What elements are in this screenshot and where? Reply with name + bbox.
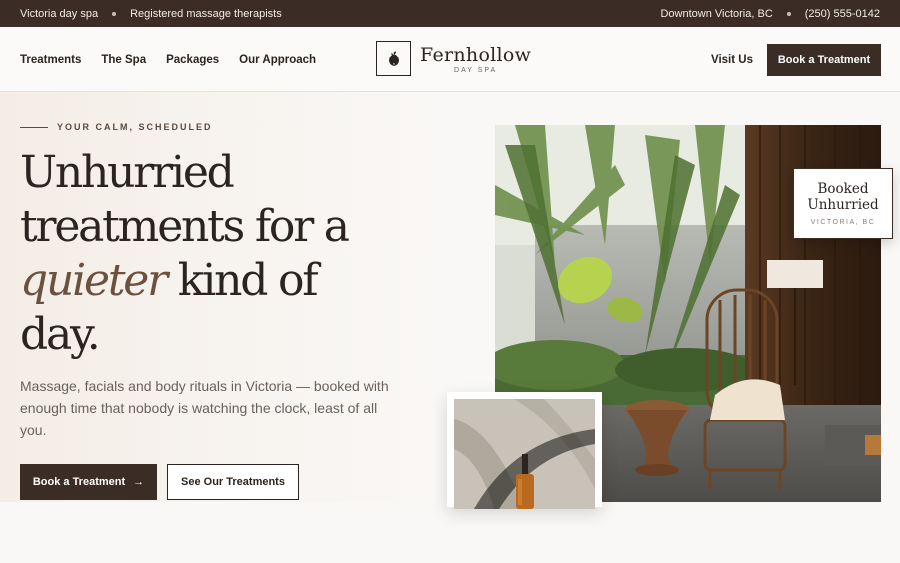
logo-wordmark: Fernhollow DAY SPA bbox=[420, 44, 531, 74]
main-navigation: Treatments The Spa Packages Our Approach… bbox=[0, 27, 900, 92]
hero-book-treatment-button[interactable]: Book a Treatment → bbox=[20, 464, 157, 500]
eyebrow-text: YOUR CALM, SCHEDULED bbox=[57, 122, 213, 132]
hero-eyebrow: YOUR CALM, SCHEDULED bbox=[20, 122, 213, 132]
headline-emphasis: quieter bbox=[20, 255, 168, 306]
headline-line-4: day. bbox=[20, 309, 101, 360]
logo-name: Fernhollow bbox=[420, 43, 532, 66]
headline-line-1: Unhurried bbox=[20, 147, 235, 198]
topbar-credentials: Registered massage therapists bbox=[130, 7, 282, 20]
nav-links: Treatments The Spa Packages Our Approach bbox=[20, 27, 316, 92]
headline-line-3: kind of bbox=[165, 255, 319, 306]
visit-us-link[interactable]: Visit Us bbox=[711, 27, 753, 92]
separator-dot-icon bbox=[112, 11, 117, 16]
headline-line-2: treatments for a bbox=[20, 201, 350, 252]
oil-bottle-photo-frame bbox=[447, 392, 602, 509]
eyebrow-rule bbox=[20, 126, 48, 128]
badge-title-2: Unhurried bbox=[807, 197, 879, 213]
topbar-phone-link[interactable]: (250) 555-0142 bbox=[805, 8, 880, 20]
badge-title-1: Booked bbox=[817, 181, 869, 197]
topbar-location: Downtown Victoria, BC bbox=[660, 7, 773, 20]
hero-description: Massage, facials and body rituals in Vic… bbox=[20, 378, 389, 438]
topbar-left: Victoria day spa Registered massage ther… bbox=[20, 8, 282, 20]
oil-bottle-photo bbox=[454, 399, 595, 509]
separator-dot-icon bbox=[786, 11, 791, 16]
nav-book-treatment-button[interactable]: Book a Treatment bbox=[767, 44, 881, 76]
nav-link-the-spa[interactable]: The Spa bbox=[101, 54, 146, 66]
arrow-right-icon: → bbox=[133, 476, 145, 488]
nav-link-packages[interactable]: Packages bbox=[166, 54, 219, 66]
topbar-right: Downtown Victoria, BC (250) 555-0142 bbox=[660, 8, 880, 20]
badge-location: VICTORIA, BC bbox=[810, 219, 876, 226]
fern-mark-icon bbox=[376, 41, 411, 76]
logo-subtitle: DAY SPA bbox=[454, 66, 498, 74]
booked-unhurried-badge: Booked Unhurried VICTORIA, BC bbox=[793, 168, 893, 239]
see-treatments-button[interactable]: See Our Treatments bbox=[167, 464, 299, 500]
nav-link-treatments[interactable]: Treatments bbox=[20, 54, 81, 66]
site-logo[interactable]: Fernhollow DAY SPA bbox=[376, 41, 531, 76]
hero-headline: Unhurried treatments for a quieter kind … bbox=[20, 146, 420, 362]
hero-book-label: Book a Treatment bbox=[32, 476, 126, 488]
top-info-bar: Victoria day spa Registered massage ther… bbox=[0, 0, 900, 27]
nav-link-our-approach[interactable]: Our Approach bbox=[239, 54, 316, 66]
topbar-tagline: Victoria day spa bbox=[20, 7, 99, 20]
